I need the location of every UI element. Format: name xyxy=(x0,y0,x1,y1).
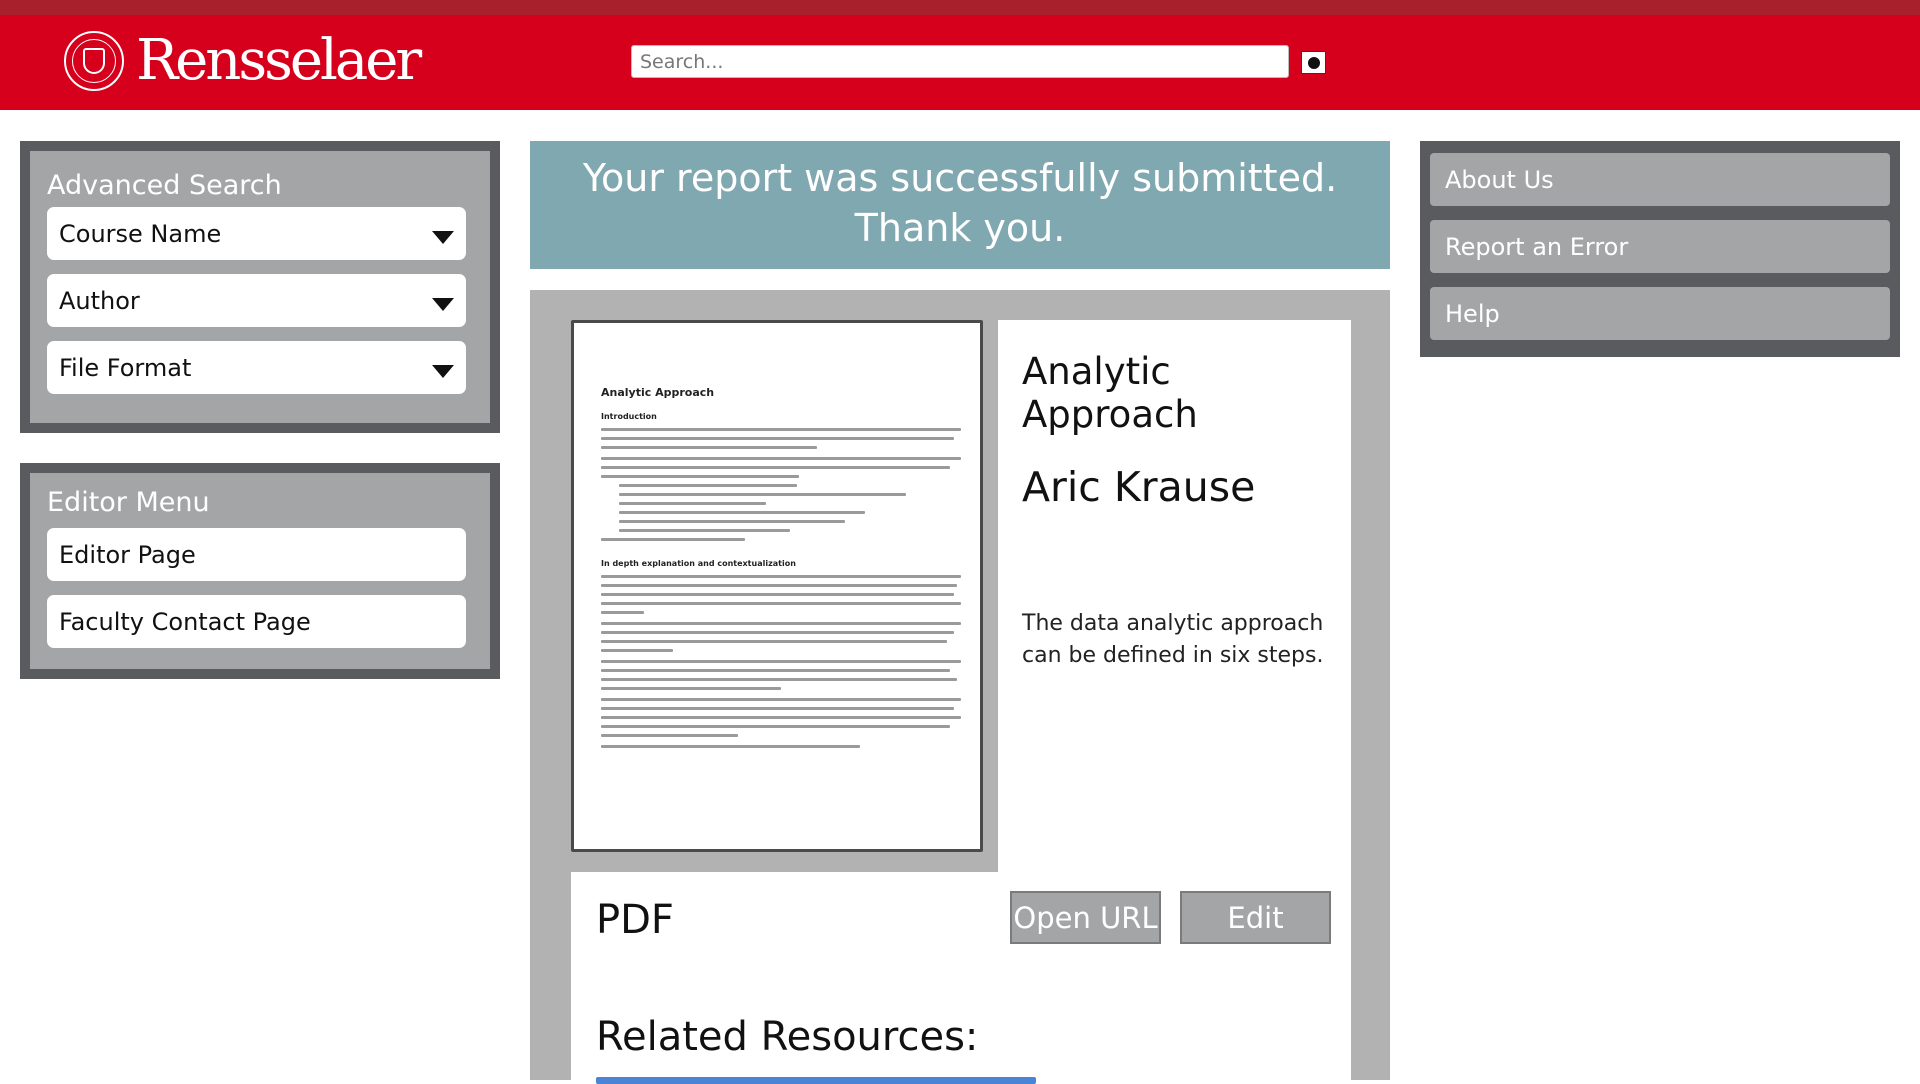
help-link[interactable]: Help xyxy=(1430,287,1890,340)
brand-name: Rensselaer xyxy=(136,28,422,93)
related-resource-link[interactable] xyxy=(596,1070,1036,1084)
document-title: Analytic Approach xyxy=(601,386,715,399)
search-icon xyxy=(1307,56,1320,69)
file-format-value: PDF xyxy=(596,897,674,943)
document-section-heading: Introduction xyxy=(601,412,657,421)
advanced-search-panel: Advanced Search Course Name Author File … xyxy=(20,141,500,433)
about-us-link[interactable]: About Us xyxy=(1430,153,1890,206)
chevron-down-icon xyxy=(432,365,454,378)
search-input[interactable] xyxy=(631,45,1289,78)
document-section-heading: In depth explanation and contextualizati… xyxy=(601,559,796,568)
resource-author: Aric Krause xyxy=(1022,463,1256,511)
success-message-line2: Thank you. xyxy=(854,206,1066,250)
author-label: Author xyxy=(59,286,140,315)
report-an-error-link[interactable]: Report an Error xyxy=(1430,220,1890,273)
top-strip xyxy=(0,0,1920,15)
course-name-label: Course Name xyxy=(59,219,222,248)
editor-menu-panel: Editor Menu Editor Page Faculty Contact … xyxy=(20,463,500,679)
open-url-button[interactable]: Open URL xyxy=(1010,891,1161,944)
editor-menu-title: Editor Menu xyxy=(47,487,210,518)
right-menu-panel: About Us Report an Error Help xyxy=(1420,141,1900,357)
faculty-contact-page-link[interactable]: Faculty Contact Page xyxy=(47,595,466,648)
edit-button[interactable]: Edit xyxy=(1180,891,1331,944)
document-preview[interactable]: Analytic Approach Introduction In depth … xyxy=(571,320,983,852)
success-message-line1: Your report was successfully submitted. xyxy=(582,156,1338,200)
advanced-search-title: Advanced Search xyxy=(47,170,282,201)
success-banner: Your report was successfully submitted. … xyxy=(530,141,1390,269)
chevron-down-icon xyxy=(432,231,454,244)
rensselaer-logo[interactable]: Rensselaer xyxy=(64,28,422,93)
file-format-dropdown[interactable]: File Format xyxy=(47,341,466,394)
resource-actions: PDF Open URL Edit Related Resources: xyxy=(571,872,1351,1084)
resource-info: Analytic Approach Aric Krause The data a… xyxy=(998,320,1351,872)
related-resources-heading: Related Resources: xyxy=(596,1014,979,1060)
author-dropdown[interactable]: Author xyxy=(47,274,466,327)
resource-title: Analytic Approach xyxy=(1022,350,1198,436)
file-format-label: File Format xyxy=(59,353,192,382)
course-name-dropdown[interactable]: Course Name xyxy=(47,207,466,260)
search-button[interactable] xyxy=(1301,51,1326,74)
editor-page-link[interactable]: Editor Page xyxy=(47,528,466,581)
resource-description: The data analytic approach can be define… xyxy=(1022,611,1324,668)
seal-icon xyxy=(64,31,124,91)
chevron-down-icon xyxy=(432,298,454,311)
